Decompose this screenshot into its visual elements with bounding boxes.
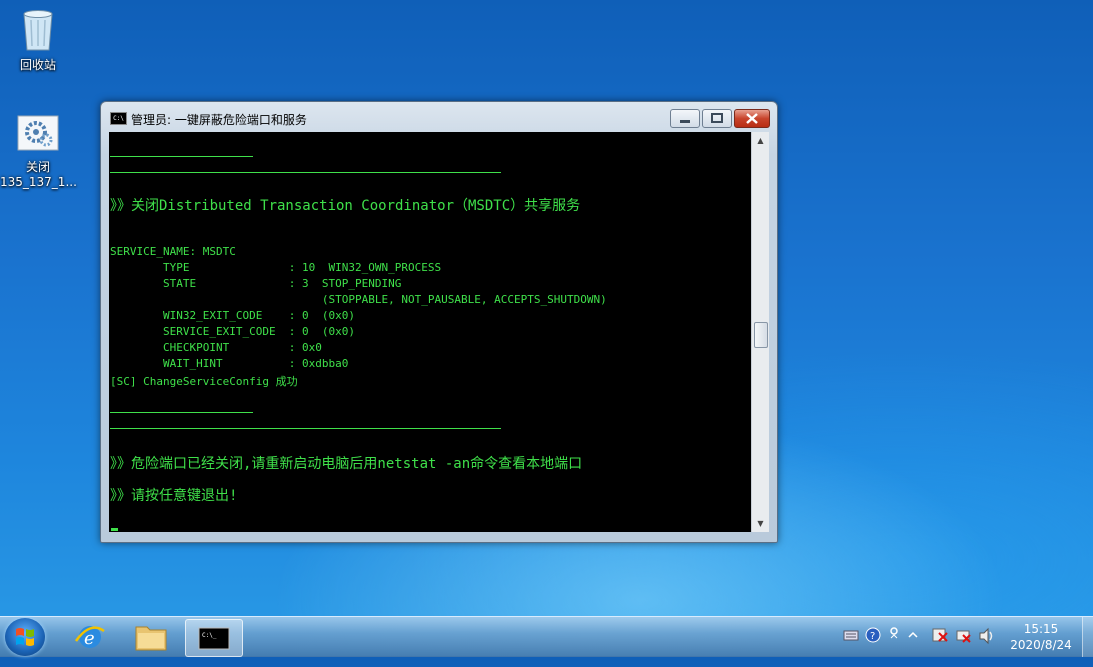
separator-line xyxy=(110,412,253,413)
maximize-button[interactable] xyxy=(702,109,732,128)
taskbar-internet-explorer[interactable]: e xyxy=(62,619,118,655)
console-line: WIN32_EXIT_CODE : 0 (0x0) xyxy=(110,309,356,322)
help-icon[interactable]: ? xyxy=(865,627,881,667)
console-line: CHECKPOINT : 0x0 xyxy=(110,341,322,354)
svg-text:?: ? xyxy=(870,631,875,642)
batch-file-gear-icon xyxy=(16,114,60,154)
show-hidden-icons-chevron-icon[interactable] xyxy=(907,627,919,667)
console-line: SERVICE_EXIT_CODE : 0 (0x0) xyxy=(110,325,356,338)
volume-icon[interactable] xyxy=(978,627,996,667)
keyboard-icon[interactable] xyxy=(843,627,859,667)
console-line: [SC] ChangeServiceConfig 成功 xyxy=(110,375,298,388)
clock-date: 2020/8/24 xyxy=(1010,638,1072,652)
scroll-up-arrow-icon[interactable]: ▲ xyxy=(752,132,769,149)
prompt-marker: 》》 xyxy=(110,456,131,472)
show-desktop-button[interactable] xyxy=(1082,617,1093,657)
system-clock[interactable]: 15:15 2020/8/24 xyxy=(1007,621,1075,653)
minimize-button[interactable] xyxy=(670,109,700,128)
tray-settings-icon[interactable] xyxy=(888,626,900,666)
action-center-flag-icon[interactable] xyxy=(931,627,949,667)
recycle-bin-shortcut[interactable]: 回收站 xyxy=(0,6,76,73)
internet-explorer-icon: e xyxy=(74,626,105,649)
clock-time: 15:15 xyxy=(1023,622,1059,636)
separator-line xyxy=(110,156,253,157)
recycle-bin-icon xyxy=(20,6,56,52)
window-title: 管理员: 一键屏蔽危险端口和服务 xyxy=(131,113,307,127)
prompt-marker: 》》 xyxy=(110,198,131,214)
command-prompt-icon: C:\_ xyxy=(198,627,230,650)
taskbar-command-prompt[interactable]: C:\_ xyxy=(185,619,243,657)
console-line: WAIT_HINT : 0xdbba0 xyxy=(110,357,349,370)
scroll-down-arrow-icon[interactable]: ▼ xyxy=(752,515,769,532)
folder-icon xyxy=(135,626,167,651)
taskbar-file-explorer[interactable] xyxy=(123,619,179,655)
shortcut-label-line1: 关闭 xyxy=(25,160,50,174)
console-line: 》》请按任意键退出! xyxy=(110,488,238,504)
console-app-icon: C:\ xyxy=(110,112,127,125)
title-bar[interactable]: C:\ 管理员: 一键屏蔽危险端口和服务 xyxy=(101,102,777,132)
shortcut-label-line2: 135_137_1... xyxy=(0,175,77,189)
scrollbar-thumb[interactable] xyxy=(754,322,768,348)
console-line: STATE : 3 STOP_PENDING xyxy=(110,277,402,290)
vertical-scrollbar[interactable]: ▲ ▼ xyxy=(751,132,769,532)
prompt-marker: 》》 xyxy=(110,488,131,504)
console-line: TYPE : 10 WIN32_OWN_PROCESS xyxy=(110,261,442,274)
network-icon[interactable] xyxy=(955,627,973,667)
taskbar: e C:\_ ? 15:15 2020/8/24 xyxy=(0,616,1093,657)
console-output[interactable]: 》》关闭Distributed Transaction Coordinator（… xyxy=(109,132,751,532)
start-button[interactable] xyxy=(5,618,45,656)
recycle-bin-label: 回收站 xyxy=(19,58,56,72)
console-line: SERVICE_NAME: MSDTC xyxy=(110,245,236,258)
text-cursor xyxy=(111,528,118,531)
close-button[interactable] xyxy=(734,109,770,128)
console-line: 》》关闭Distributed Transaction Coordinator（… xyxy=(110,198,581,214)
separator-line xyxy=(110,172,501,173)
windows-logo-icon xyxy=(16,628,34,646)
console-window[interactable]: C:\ 管理员: 一键屏蔽危险端口和服务 》》关闭Distributed Tra… xyxy=(100,101,778,543)
console-line: (STOPPABLE, NOT_PAUSABLE, ACCEPTS_SHUTDO… xyxy=(110,293,607,306)
separator-line xyxy=(110,428,501,429)
console-line: 》》危险端口已经关闭,请重新启动电脑后用netstat -an命令查看本地端口 xyxy=(110,456,583,472)
svg-text:C:\_: C:\_ xyxy=(202,632,217,639)
close-ports-shortcut[interactable]: 关闭 135_137_1... xyxy=(0,114,77,189)
